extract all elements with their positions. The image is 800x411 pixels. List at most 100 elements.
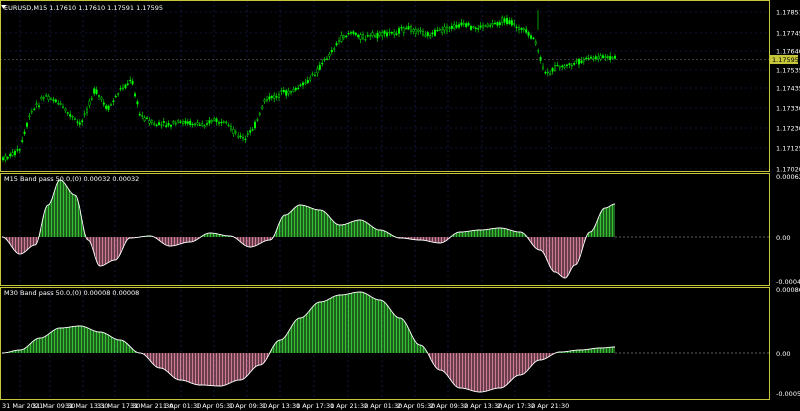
candle-body (282, 90, 285, 93)
panel2-header: M30 Band pass 50.0,(0) 0.00008 0.00008 (4, 289, 139, 297)
candle-body (278, 94, 281, 98)
candle-body (434, 29, 437, 36)
trading-chart[interactable]: EURUSD,M15 1.17610 1.17610 1.17591 1.175… (0, 0, 800, 411)
candle-body (112, 100, 115, 102)
candle-body (486, 23, 489, 27)
candle-body (138, 114, 141, 116)
candle-body (321, 62, 324, 65)
panel-frame-1 (0, 0, 770, 172)
candle-body (256, 119, 259, 121)
candle-body (354, 32, 357, 35)
candle-body (215, 118, 218, 123)
candle-body (97, 95, 100, 97)
candle-body (234, 131, 237, 133)
candle-body (85, 108, 88, 113)
candle-body (177, 120, 180, 123)
candle-body (30, 111, 33, 113)
candle-body (217, 122, 220, 124)
candle-body (21, 140, 24, 142)
candle-body (542, 66, 545, 70)
candle-body (13, 151, 16, 156)
candle-body (109, 104, 112, 106)
candle-body (455, 24, 458, 28)
candle-body (239, 135, 242, 138)
candle-body (64, 108, 67, 111)
candle-body (333, 48, 336, 50)
candle-body (6, 157, 9, 159)
time-axis-label: 2 Apr 09:30 (430, 402, 468, 410)
candle-body (419, 30, 422, 32)
candle-body (201, 123, 204, 126)
candle-body (448, 27, 451, 29)
candle-body (501, 17, 504, 23)
candle-body (148, 120, 151, 124)
candle-body (18, 149, 21, 151)
candle-body (26, 122, 29, 127)
time-axis: 31 Mar 202131 Mar 09:3031 Mar 13:3031 Ma… (2, 402, 569, 410)
candle-body (205, 123, 208, 125)
candle-body (263, 99, 266, 102)
candle-body (402, 27, 405, 33)
candle-body (446, 26, 449, 32)
candle-body (155, 124, 158, 127)
candle-body (614, 55, 617, 59)
candle-body (28, 115, 31, 118)
candle-body (316, 68, 319, 74)
candle-body (261, 106, 264, 109)
candle-body (414, 29, 417, 34)
candle-body (460, 22, 463, 26)
candle-body (150, 120, 153, 123)
candle-body (340, 35, 343, 42)
candle-body (124, 84, 127, 89)
candlestick-series (2, 10, 617, 163)
candle-body (335, 43, 338, 46)
candle-body (330, 50, 333, 53)
candle-body (347, 33, 350, 35)
candle-body (318, 64, 321, 70)
candle-body (193, 123, 196, 125)
candle-body (599, 55, 602, 60)
oscillator-panel-m15[interactable]: M15 Band pass 50.0,(0) 0.00032 0.00032 0… (1, 173, 800, 286)
oscillator-panel-m30[interactable]: M30 Band pass 50.0,(0) 0.00008 0.00008 0… (2, 286, 800, 398)
candle-body (33, 108, 36, 110)
candle-body (472, 26, 475, 28)
candle-body (167, 123, 170, 126)
candle-body (503, 18, 506, 23)
price-axis-label: 1.17640 (776, 48, 800, 56)
candle-body (342, 35, 345, 38)
candle-body (398, 28, 401, 34)
candle-body (597, 56, 600, 60)
candle-body (42, 97, 45, 99)
candle-body (578, 58, 581, 65)
candle-body (568, 63, 571, 65)
candle-body (304, 82, 307, 84)
candle-body (338, 40, 341, 42)
candle-body (306, 80, 309, 84)
candle-body (107, 105, 110, 110)
candle-body (429, 34, 432, 38)
candle-body (4, 155, 7, 161)
candle-body (145, 117, 148, 119)
candle-body (270, 96, 273, 98)
candle-body (189, 120, 192, 125)
candle-body (326, 58, 329, 60)
candle-body (45, 95, 48, 97)
candle-body (181, 121, 184, 125)
panel-frame-2 (0, 173, 770, 286)
candle-body (518, 27, 521, 30)
candle-body (522, 28, 525, 30)
candle-body (50, 98, 53, 100)
candle-body (412, 29, 415, 32)
candle-body (184, 120, 187, 124)
price-axis-label: 1.17330 (776, 105, 800, 113)
time-axis-label: 1 Apr 21:30 (330, 402, 368, 410)
candle-body (47, 96, 50, 100)
candle-body (225, 121, 228, 124)
candle-body (244, 138, 247, 141)
candle-body (54, 99, 57, 103)
candle-body (162, 121, 165, 123)
main-price-panel[interactable]: EURUSD,M15 1.17610 1.17610 1.17591 1.175… (0, 0, 800, 399)
candle-body (73, 118, 76, 120)
candle-body (141, 115, 144, 117)
candle-body (357, 34, 360, 38)
